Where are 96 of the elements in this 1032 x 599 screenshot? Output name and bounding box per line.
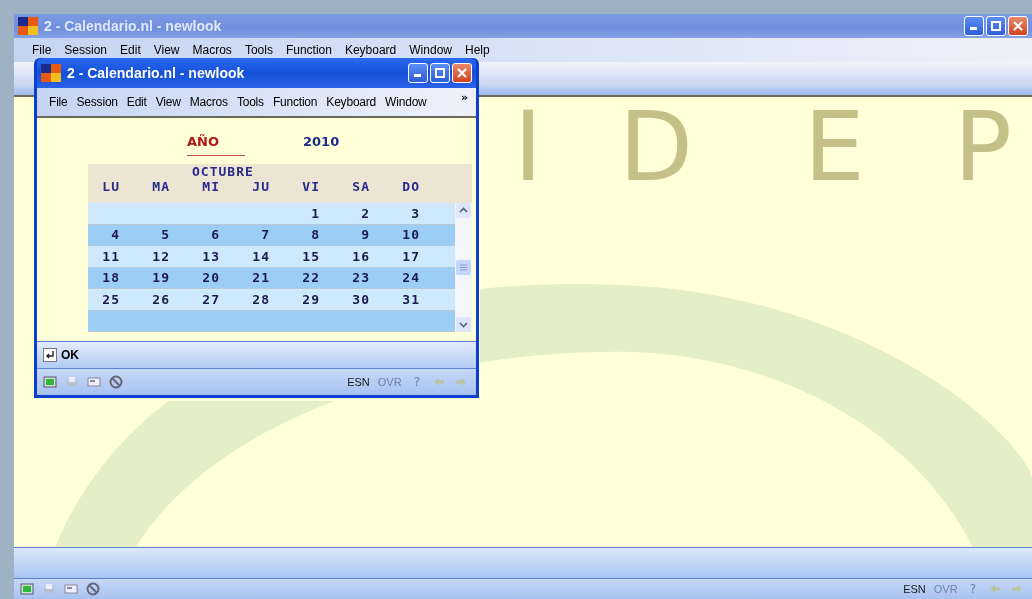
close-button[interactable] [452,63,472,83]
day-number[interactable]: 17 [370,248,420,264]
card-icon[interactable] [64,582,78,596]
language-indicator: ESN [347,376,370,388]
day-number[interactable]: 6 [170,227,220,243]
day-number[interactable]: 3 [370,205,420,221]
day-number[interactable]: 10 [370,227,420,243]
background-letter: P [954,99,1012,195]
language-indicator: ESN [903,583,926,595]
day-number[interactable]: 25 [88,291,120,307]
day-number[interactable]: 22 [270,270,320,286]
screen-icon[interactable] [20,582,34,596]
menu-item[interactable]: File [32,43,52,57]
day-number[interactable]: 20 [170,270,220,286]
scroll-down-icon[interactable] [456,317,471,332]
scroll-up-icon[interactable] [456,203,471,218]
menu-item[interactable]: Keyboard [344,43,397,57]
menu-item[interactable]: Window [385,95,427,109]
menu-item[interactable]: File [49,95,68,109]
day-number[interactable]: 28 [220,291,270,307]
prohibited-icon[interactable] [86,582,100,596]
dialog-title: 2 - Calendario.nl - newlook [67,65,246,81]
printer-icon[interactable] [65,375,79,389]
menu-item[interactable]: Session [76,95,118,109]
weekday-label: JU [251,179,270,194]
minimize-button[interactable] [964,16,984,36]
app-icon [41,64,61,82]
month-name: OCTUBRE [192,164,255,179]
menu-item[interactable]: Edit [126,95,147,109]
maximize-button[interactable] [986,16,1006,36]
overwrite-indicator: OVR [933,583,958,595]
close-icon [1013,21,1023,31]
day-number[interactable]: 14 [220,248,270,264]
year-value: 2010 [303,134,340,151]
menu-item[interactable]: Session [64,43,108,57]
maximize-icon [435,68,445,78]
menu-item[interactable]: Tools [244,43,273,57]
weekday-label: VI [301,179,320,194]
year-label: AÑO [187,134,245,156]
ok-button[interactable]: OK [43,348,79,362]
menu-item[interactable]: View [153,43,180,57]
day-number[interactable]: 30 [320,291,370,307]
menu-item[interactable]: Window [409,43,452,57]
close-button[interactable] [1008,16,1028,36]
day-number[interactable]: 8 [270,227,320,243]
day-number[interactable]: 27 [170,291,220,307]
overwrite-indicator: OVR [377,376,402,388]
day-number[interactable]: 19 [120,270,170,286]
close-icon [457,68,467,78]
weekday-label: DO [401,179,420,194]
day-number[interactable]: 12 [120,248,170,264]
day-number[interactable]: 11 [88,248,120,264]
day-number[interactable]: 26 [120,291,170,307]
more-menu-button[interactable]: » [460,91,468,104]
screen-icon[interactable] [43,375,57,389]
day-number[interactable]: 4 [88,227,120,243]
menu-item[interactable]: Help [465,43,490,57]
weekday-label: LU [101,179,120,194]
menu-item[interactable]: Macros [192,43,232,57]
menu-item[interactable]: Function [285,43,332,57]
prohibited-icon[interactable] [109,375,123,389]
menu-item[interactable]: View [155,95,181,109]
menu-item[interactable]: Function [272,95,318,109]
day-number[interactable]: 13 [170,248,220,264]
window-title: 2 - Calendario.nl - newlook [44,18,223,34]
scrollbar[interactable] [455,203,472,332]
day-number[interactable]: 21 [220,270,270,286]
scroll-thumb-icon[interactable] [456,260,471,275]
menu-item[interactable]: Keyboard [326,95,377,109]
printer-icon[interactable] [42,582,56,596]
card-icon[interactable] [87,375,101,389]
day-number[interactable]: 15 [270,248,320,264]
background-letter: E [804,99,865,195]
menu-item[interactable]: Tools [236,95,264,109]
day-number[interactable]: 9 [320,227,370,243]
app-icon [18,17,38,35]
day-number[interactable]: 23 [320,270,370,286]
minimize-button[interactable] [408,63,428,83]
menu-item[interactable]: Edit [120,43,141,57]
day-number[interactable]: 24 [370,270,420,286]
day-number[interactable]: 7 [220,227,270,243]
background-letter: D [619,99,693,195]
day-number[interactable]: 16 [320,248,370,264]
background-letter: I [514,99,543,195]
day-number[interactable]: 2 [320,205,370,221]
day-number[interactable]: 5 [120,227,170,243]
maximize-button[interactable] [430,63,450,83]
day-number[interactable]: 31 [370,291,420,307]
weekday-label: MA [151,179,170,194]
maximize-icon [991,21,1001,31]
menu-item[interactable]: Macros [189,95,228,109]
weekday-label: SA [351,179,370,194]
day-number[interactable]: 1 [270,205,320,221]
weekday-label: MI [201,179,220,194]
day-number[interactable]: 18 [88,270,120,286]
day-number[interactable]: 29 [270,291,320,307]
